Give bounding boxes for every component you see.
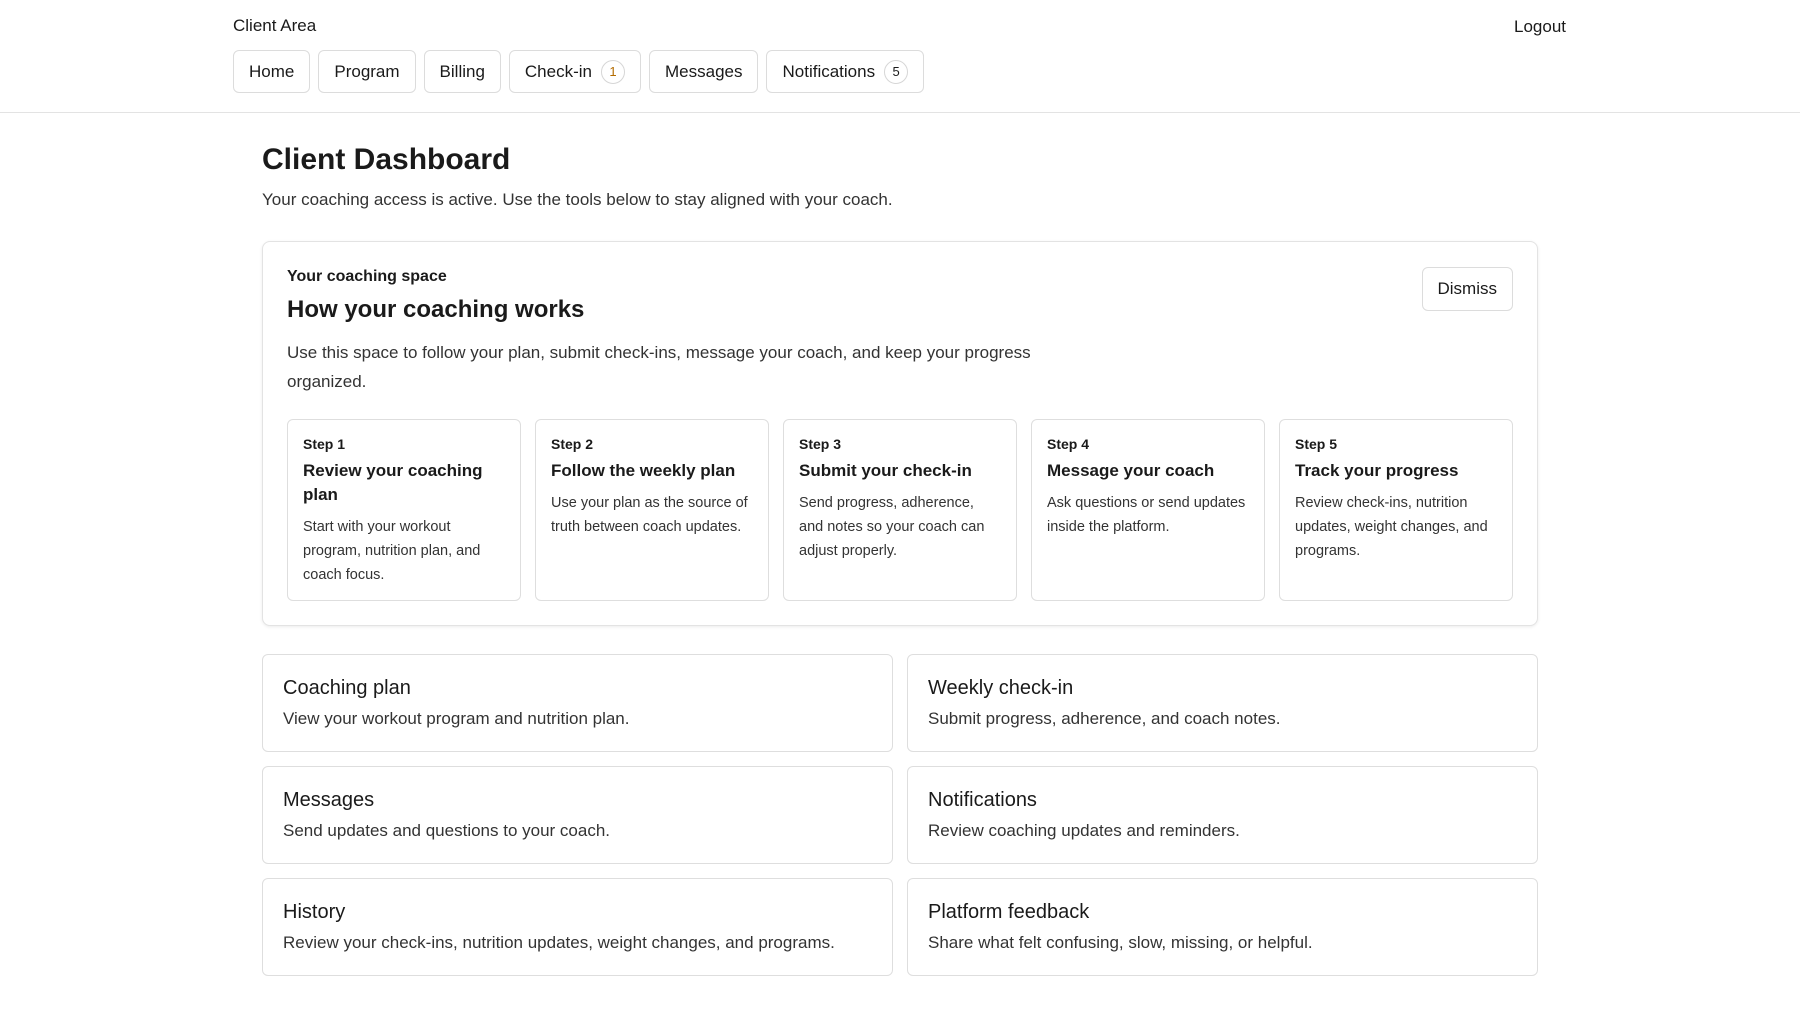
card-text: Review coaching updates and reminders. <box>928 821 1240 840</box>
nav-label: Check-in <box>524 61 592 81</box>
check-in-count-badge: 1 <box>601 59 625 84</box>
step-card-5: Step 5 Track your progress Review check-… <box>1279 419 1513 601</box>
step-text: Send progress, adherence, and notes so y… <box>799 495 985 559</box>
card-coaching-plan[interactable]: Coaching plan View your workout program … <box>262 654 893 752</box>
step-number: Step 2 <box>551 436 594 452</box>
step-number: Step 4 <box>1047 436 1090 452</box>
main-nav: Home Program Billing Check-in 1 Messages… <box>233 50 925 93</box>
nav-messages[interactable]: Messages <box>649 50 759 93</box>
nav-label: Messages <box>665 61 743 81</box>
onboarding-eyebrow: Your coaching space <box>287 268 447 285</box>
step-title: Message your coach <box>1047 461 1215 480</box>
step-number: Step 5 <box>1295 436 1338 452</box>
step-card-2: Step 2 Follow the weekly plan Use your p… <box>535 419 769 601</box>
step-text: Use your plan as the source of truth bet… <box>551 495 748 535</box>
page-title: Client Dashboard <box>262 143 511 176</box>
dismiss-button[interactable]: Dismiss <box>1421 267 1513 311</box>
nav-program[interactable]: Program <box>318 50 416 93</box>
nav-billing[interactable]: Billing <box>423 50 501 93</box>
nav-check-in[interactable]: Check-in 1 <box>508 50 641 93</box>
step-title: Submit your check-in <box>799 461 972 480</box>
card-text: Submit progress, adherence, and coach no… <box>928 709 1281 728</box>
top-header: Client Area Logout Home Program Billing … <box>0 0 1800 113</box>
main-content: Client Dashboard Your coaching access is… <box>262 113 1538 976</box>
step-card-1: Step 1 Review your coaching plan Start w… <box>287 419 521 601</box>
card-title: Weekly check-in <box>928 677 1074 699</box>
nav-home[interactable]: Home <box>233 50 311 93</box>
nav-label: Program <box>334 61 400 81</box>
card-text: Send updates and questions to your coach… <box>283 821 611 840</box>
card-weekly-check-in[interactable]: Weekly check-in Submit progress, adheren… <box>907 654 1538 752</box>
card-title: Platform feedback <box>928 901 1090 923</box>
step-title: Follow the weekly plan <box>551 461 736 480</box>
step-number: Step 1 <box>303 436 346 452</box>
page-subtitle: Your coaching access is active. Use the … <box>262 190 893 209</box>
step-title: Review your coaching plan <box>303 461 483 504</box>
card-history[interactable]: History Review your check-ins, nutrition… <box>262 878 893 976</box>
onboarding-title: How your coaching works <box>287 296 585 323</box>
brand-title: Client Area <box>233 16 317 35</box>
nav-label: Billing <box>439 61 485 81</box>
logout-link[interactable]: Logout <box>1514 17 1566 37</box>
step-text: Start with your workout program, nutriti… <box>303 519 481 583</box>
card-title: Notifications <box>928 789 1037 811</box>
card-messages[interactable]: Messages Send updates and questions to y… <box>262 766 893 864</box>
notifications-count-badge: 5 <box>884 59 909 84</box>
step-text: Ask questions or send updates inside the… <box>1047 495 1246 535</box>
nav-label: Home <box>249 61 295 81</box>
card-title: Coaching plan <box>283 677 411 699</box>
nav-label: Notifications <box>782 61 876 81</box>
step-title: Track your progress <box>1295 461 1459 480</box>
dashboard-cards: Coaching plan View your workout program … <box>262 654 1538 976</box>
step-card-3: Step 3 Submit your check-in Send progres… <box>783 419 1017 601</box>
card-title: History <box>283 901 346 923</box>
step-card-4: Step 4 Message your coach Ask questions … <box>1031 419 1265 601</box>
step-number: Step 3 <box>799 436 842 452</box>
nav-notifications[interactable]: Notifications 5 <box>766 50 925 93</box>
step-text: Review check-ins, nutrition updates, wei… <box>1295 495 1488 559</box>
card-text: Review your check-ins, nutrition updates… <box>283 933 835 952</box>
onboarding-steps: Step 1 Review your coaching plan Start w… <box>287 419 1513 601</box>
card-notifications[interactable]: Notifications Review coaching updates an… <box>907 766 1538 864</box>
card-text: Share what felt confusing, slow, missing… <box>928 933 1313 952</box>
card-text: View your workout program and nutrition … <box>283 709 630 728</box>
card-platform-feedback[interactable]: Platform feedback Share what felt confus… <box>907 878 1538 976</box>
onboarding-panel: Your coaching space How your coaching wo… <box>262 241 1538 626</box>
onboarding-description: Use this space to follow your plan, subm… <box>287 343 1031 391</box>
card-title: Messages <box>283 789 375 811</box>
